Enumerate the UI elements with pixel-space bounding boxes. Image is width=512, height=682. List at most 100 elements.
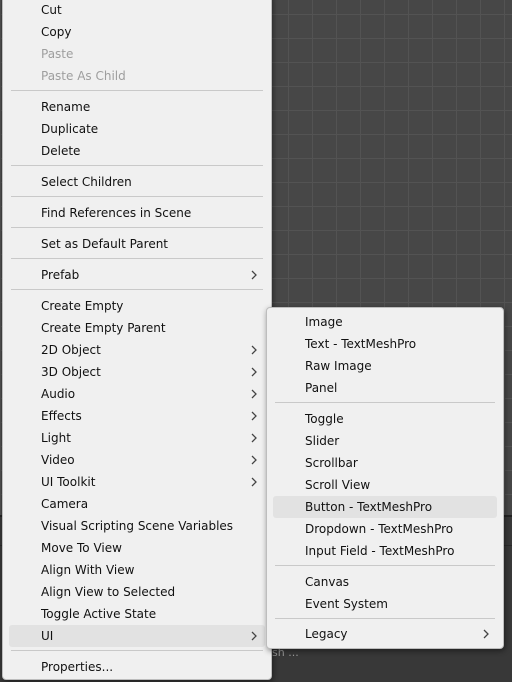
menu-item-label: Event System [305, 597, 388, 611]
submenu-item-scroll-view[interactable]: Scroll View [273, 474, 497, 496]
menu-item-label: Paste [41, 47, 74, 61]
menu-item-label: Properties... [41, 660, 114, 674]
menu-item-label: Delete [41, 144, 81, 158]
submenu-item-toggle[interactable]: Toggle [273, 408, 497, 430]
menu-item-label: Legacy [305, 627, 348, 641]
menu-separator [11, 289, 263, 290]
menu-item-label: Rename [41, 100, 91, 114]
menu-separator [11, 165, 263, 166]
menu-item-camera[interactable]: Camera [9, 493, 265, 515]
menu-item-label: Paste As Child [41, 69, 126, 83]
menu-item-label: Camera [41, 497, 89, 511]
menu-item-effects[interactable]: Effects [9, 405, 265, 427]
submenu-item-image[interactable]: Image [273, 311, 497, 333]
menu-item-label: Copy [41, 25, 72, 39]
menu-item-label: Input Field - TextMeshPro [305, 544, 455, 558]
chevron-right-icon [251, 270, 257, 280]
menu-item-label: Align View to Selected [41, 585, 176, 599]
menu-item-select-children[interactable]: Select Children [9, 171, 265, 193]
menu-item-label: Cut [41, 3, 62, 17]
menu-item-label: Panel [305, 381, 338, 395]
ui-submenu: Image Text - TextMeshPro Raw Image Panel… [266, 307, 504, 649]
menu-item-label: Create Empty Parent [41, 321, 166, 335]
menu-item-label: Visual Scripting Scene Variables [41, 519, 234, 533]
chevron-right-icon [251, 433, 257, 443]
submenu-item-panel[interactable]: Panel [273, 377, 497, 399]
menu-item-copy[interactable]: Copy [9, 21, 265, 43]
menu-item-label: Align With View [41, 563, 135, 577]
menu-item-label: Light [41, 431, 71, 445]
menu-item-set-default-parent[interactable]: Set as Default Parent [9, 233, 265, 255]
submenu-item-legacy[interactable]: Legacy [273, 623, 497, 645]
menu-item-2d-object[interactable]: 2D Object [9, 339, 265, 361]
menu-separator [11, 258, 263, 259]
menu-separator [11, 90, 263, 91]
submenu-item-raw-image[interactable]: Raw Image [273, 355, 497, 377]
submenu-item-input-field-textmeshpro[interactable]: Input Field - TextMeshPro [273, 540, 497, 562]
chevron-right-icon [251, 631, 257, 641]
menu-item-label: Move To View [41, 541, 122, 555]
submenu-item-canvas[interactable]: Canvas [273, 571, 497, 593]
submenu-item-event-system[interactable]: Event System [273, 593, 497, 615]
menu-item-align-view-to-selected[interactable]: Align View to Selected [9, 581, 265, 603]
menu-item-find-references[interactable]: Find References in Scene [9, 202, 265, 224]
menu-item-light[interactable]: Light [9, 427, 265, 449]
menu-separator [275, 402, 495, 403]
menu-separator [11, 227, 263, 228]
menu-item-rename[interactable]: Rename [9, 96, 265, 118]
menu-item-label: Prefab [41, 268, 80, 282]
menu-separator [275, 618, 495, 619]
menu-item-label: Image [305, 315, 343, 329]
menu-item-align-with-view[interactable]: Align With View [9, 559, 265, 581]
menu-item-duplicate[interactable]: Duplicate [9, 118, 265, 140]
menu-item-label: Raw Image [305, 359, 372, 373]
menu-item-prefab[interactable]: Prefab [9, 264, 265, 286]
menu-item-label: Video [41, 453, 75, 467]
menu-item-label: Create Empty [41, 299, 124, 313]
menu-item-label: Set as Default Parent [41, 237, 169, 251]
menu-item-visual-scripting-scene-variables[interactable]: Visual Scripting Scene Variables [9, 515, 265, 537]
menu-item-properties[interactable]: Properties... [9, 656, 265, 678]
menu-item-cut[interactable]: Cut [9, 0, 265, 21]
menu-item-label: Find References in Scene [41, 206, 192, 220]
menu-item-label: Scroll View [305, 478, 371, 492]
menu-item-label: UI [41, 629, 54, 643]
chevron-right-icon [483, 629, 489, 639]
submenu-item-scrollbar[interactable]: Scrollbar [273, 452, 497, 474]
menu-separator [11, 196, 263, 197]
submenu-item-button-textmeshpro[interactable]: Button - TextMeshPro [273, 496, 497, 518]
menu-separator [11, 650, 263, 651]
menu-item-create-empty-parent[interactable]: Create Empty Parent [9, 317, 265, 339]
menu-item-label: Toggle [305, 412, 344, 426]
menu-item-label: Slider [305, 434, 340, 448]
menu-item-ui[interactable]: UI [9, 625, 265, 647]
chevron-right-icon [251, 411, 257, 421]
menu-item-label: Toggle Active State [41, 607, 157, 621]
submenu-item-text-textmeshpro[interactable]: Text - TextMeshPro [273, 333, 497, 355]
menu-item-label: Button - TextMeshPro [305, 500, 433, 514]
menu-item-label: 3D Object [41, 365, 101, 379]
menu-item-create-empty[interactable]: Create Empty [9, 295, 265, 317]
menu-item-label: Canvas [305, 575, 350, 589]
submenu-item-dropdown-textmeshpro[interactable]: Dropdown - TextMeshPro [273, 518, 497, 540]
menu-item-label: Scrollbar [305, 456, 358, 470]
submenu-item-slider[interactable]: Slider [273, 430, 497, 452]
menu-item-label: Effects [41, 409, 82, 423]
menu-item-paste-as-child: Paste As Child [9, 65, 265, 87]
menu-item-audio[interactable]: Audio [9, 383, 265, 405]
chevron-right-icon [251, 455, 257, 465]
menu-item-3d-object[interactable]: 3D Object [9, 361, 265, 383]
menu-separator [275, 565, 495, 566]
menu-item-video[interactable]: Video [9, 449, 265, 471]
chevron-right-icon [251, 345, 257, 355]
menu-item-label: 2D Object [41, 343, 101, 357]
menu-item-move-to-view[interactable]: Move To View [9, 537, 265, 559]
menu-item-ui-toolkit[interactable]: UI Toolkit [9, 471, 265, 493]
menu-item-label: Duplicate [41, 122, 99, 136]
menu-item-toggle-active-state[interactable]: Toggle Active State [9, 603, 265, 625]
menu-item-delete[interactable]: Delete [9, 140, 265, 162]
menu-item-label: Dropdown - TextMeshPro [305, 522, 454, 536]
chevron-right-icon [251, 477, 257, 487]
chevron-right-icon [251, 389, 257, 399]
menu-item-label: Select Children [41, 175, 132, 189]
